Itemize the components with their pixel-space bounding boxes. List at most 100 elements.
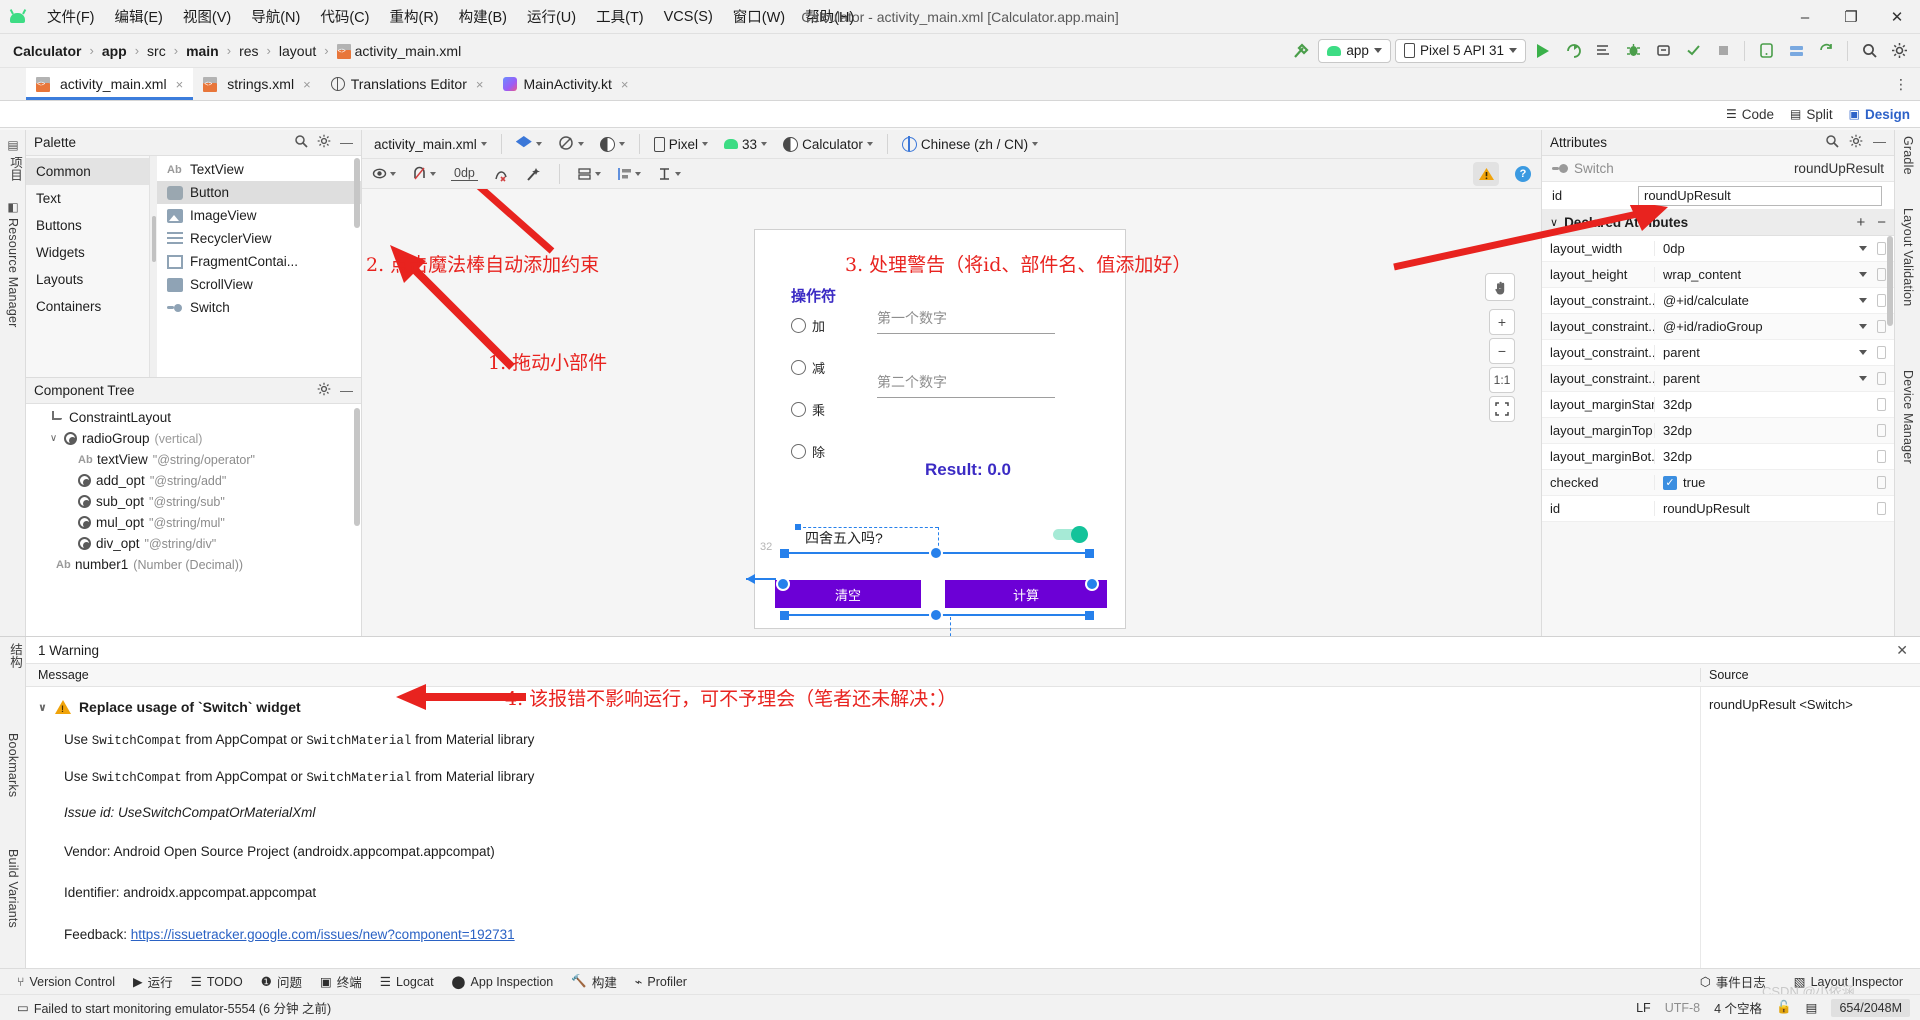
attribute-controls[interactable] — [1859, 346, 1894, 359]
minimize-button[interactable]: – — [1782, 0, 1828, 34]
attributes-scrollbar[interactable] — [1887, 236, 1893, 326]
palette-splitter[interactable] — [150, 156, 157, 377]
night-mode-selector[interactable] — [594, 135, 631, 154]
unlock-icon[interactable]: 🔓 — [1776, 1000, 1792, 1015]
minimize-icon[interactable]: — — [1873, 134, 1886, 151]
zoom-controls[interactable]: + − 1:1 — [1489, 309, 1515, 422]
default-margin-value[interactable]: 0dp — [451, 166, 478, 181]
search-icon[interactable] — [294, 134, 308, 151]
minimize-icon[interactable]: — — [340, 383, 353, 398]
status-event-log[interactable]: ⬡事件日志 — [1693, 970, 1773, 993]
tree-node-radiogroup[interactable]: ∨ radioGroup (vertical) — [26, 428, 361, 449]
gear-icon[interactable] — [1886, 38, 1912, 64]
locale-selector[interactable]: Chinese (zh / CN) — [896, 135, 1044, 154]
mode-design[interactable]: ▣ Design — [1849, 107, 1910, 122]
rail-item-build-variants[interactable]: Build Variants — [6, 849, 20, 928]
search-icon[interactable] — [1825, 134, 1839, 151]
attribute-controls[interactable] — [1877, 424, 1894, 437]
line-separator-indicator[interactable]: LF — [1636, 1001, 1651, 1015]
rail-item-resource-manager[interactable]: Resource Manager — [6, 218, 20, 328]
module-selector[interactable]: app — [1318, 39, 1391, 63]
menu-item-navigate[interactable]: 导航(N) — [242, 3, 309, 30]
status-todo[interactable]: ☰TODO — [184, 972, 250, 991]
device-preview[interactable]: 操作符 加 减 乘 除 — [754, 229, 1126, 629]
menu-item-refactor[interactable]: 重构(R) — [380, 3, 447, 30]
tab-close-icon[interactable]: × — [476, 77, 484, 92]
palette-category-containers[interactable]: Containers — [26, 293, 149, 320]
magnet-off-icon[interactable] — [408, 164, 439, 183]
radio-option-sub[interactable]: 减 — [791, 358, 825, 377]
palette-widget-button[interactable]: Button — [157, 181, 361, 204]
avd-manager-button[interactable] — [1753, 38, 1779, 64]
attribute-id-input[interactable]: roundUpResult — [1638, 186, 1882, 206]
attribute-row-margin-start[interactable]: layout_marginStart 32dp — [1542, 392, 1894, 418]
attribute-row-margin-bottom[interactable]: layout_marginBot... 32dp — [1542, 444, 1894, 470]
hammer-icon[interactable] — [1288, 38, 1314, 64]
rail-item-device-manager[interactable]: Device Manager — [1901, 370, 1915, 464]
debug-icon[interactable] — [1620, 38, 1646, 64]
menu-item-code[interactable]: 代码(C) — [311, 3, 378, 30]
attribute-row-constraint-start[interactable]: layout_constraint... parent — [1542, 340, 1894, 366]
palette-widget-scrollview[interactable]: ScrollView — [157, 273, 361, 296]
breadcrumb-item-src[interactable]: src — [142, 41, 171, 61]
chevron-down-icon[interactable] — [1859, 324, 1867, 329]
round-up-switch[interactable] — [1053, 526, 1089, 542]
zoom-out-button[interactable]: − — [1489, 338, 1515, 364]
breadcrumb-item-main[interactable]: main — [181, 41, 224, 61]
radio-option-add[interactable]: 加 — [791, 316, 825, 335]
layout-file-selector[interactable]: activity_main.xml — [368, 135, 493, 154]
pack-icon[interactable] — [573, 164, 604, 184]
palette-category-buttons[interactable]: Buttons — [26, 212, 149, 239]
run-profile-button[interactable] — [1590, 38, 1616, 64]
palette-widget-fragmentcontainer[interactable]: FragmentContai... — [157, 250, 361, 273]
apply-changes-button[interactable] — [1680, 38, 1706, 64]
palette-widget-switch[interactable]: Switch — [157, 296, 361, 319]
gear-icon[interactable] — [317, 134, 331, 151]
gear-icon[interactable] — [317, 382, 331, 399]
attribute-value[interactable]: parent — [1654, 345, 1859, 360]
sdk-manager-button[interactable] — [1783, 38, 1809, 64]
rail-item-structure[interactable]: 结构 — [6, 643, 25, 668]
zoom-in-button[interactable]: + — [1489, 309, 1515, 335]
menu-item-help[interactable]: 帮助(H) — [796, 3, 863, 30]
clear-button[interactable]: 清空 — [775, 580, 921, 608]
default-margin-control[interactable]: 0dp — [448, 164, 481, 183]
attribute-row-checked[interactable]: checked ✓true — [1542, 470, 1894, 496]
indent-indicator[interactable]: 4 个空格 — [1714, 998, 1762, 1017]
status-profiler[interactable]: ⌁Profiler — [628, 972, 694, 991]
menu-item-tools[interactable]: 工具(T) — [587, 3, 653, 30]
attribute-controls[interactable] — [1877, 398, 1894, 411]
radio-option-mul[interactable]: 乘 — [791, 400, 825, 419]
attribute-value[interactable]: 32dp — [1654, 397, 1877, 412]
number1-input[interactable]: 第一个数字 — [877, 308, 1055, 334]
attribute-row-constraint-end[interactable]: layout_constraint... parent — [1542, 366, 1894, 392]
eye-icon[interactable] — [368, 164, 399, 183]
tab-close-icon[interactable]: × — [621, 77, 629, 92]
tab-translations-editor[interactable]: Translations Editor × — [321, 68, 494, 100]
tab-strings-xml[interactable]: strings.xml × — [193, 68, 321, 100]
component-tree-actions[interactable]: — — [317, 382, 353, 399]
tree-node-number1[interactable]: Ab number1 (Number (Decimal)) — [26, 554, 361, 575]
attribute-row-constraint-top[interactable]: layout_constraint... @+id/calculate — [1542, 288, 1894, 314]
palette-scrollbar[interactable] — [354, 158, 360, 228]
attribute-row-constraint-bottom[interactable]: layout_constraint... @+id/radioGroup — [1542, 314, 1894, 340]
more-options-icon[interactable]: ⋮ — [1888, 71, 1914, 97]
rail-item-gradle[interactable]: Gradle — [1901, 136, 1915, 175]
sync-gradle-button[interactable] — [1813, 38, 1839, 64]
remove-attribute-button[interactable]: − — [1877, 214, 1886, 231]
encoding-indicator[interactable]: UTF-8 — [1665, 1001, 1700, 1015]
chevron-down-icon[interactable] — [1859, 376, 1867, 381]
component-tree-scrollbar[interactable] — [354, 408, 360, 526]
menu-bar[interactable]: 文件(F) 编辑(E) 视图(V) 导航(N) 代码(C) 重构(R) 构建(B… — [38, 3, 863, 30]
tree-node-textview[interactable]: Ab textView "@string/operator" — [26, 449, 361, 470]
tab-activity-main-xml[interactable]: activity_main.xml × — [26, 68, 193, 100]
chevron-down-icon[interactable]: ∨ — [38, 701, 47, 714]
menu-item-run[interactable]: 运行(U) — [518, 3, 585, 30]
attribute-controls[interactable] — [1877, 502, 1894, 515]
pan-hand-icon[interactable] — [1485, 273, 1515, 301]
attribute-value[interactable]: @+id/radioGroup — [1654, 319, 1859, 334]
attribute-value[interactable]: @+id/calculate — [1654, 293, 1859, 308]
declared-attributes-actions[interactable]: + − — [1856, 214, 1886, 231]
help-icon[interactable]: ? — [1515, 166, 1531, 182]
minimize-icon[interactable]: — — [340, 135, 353, 150]
